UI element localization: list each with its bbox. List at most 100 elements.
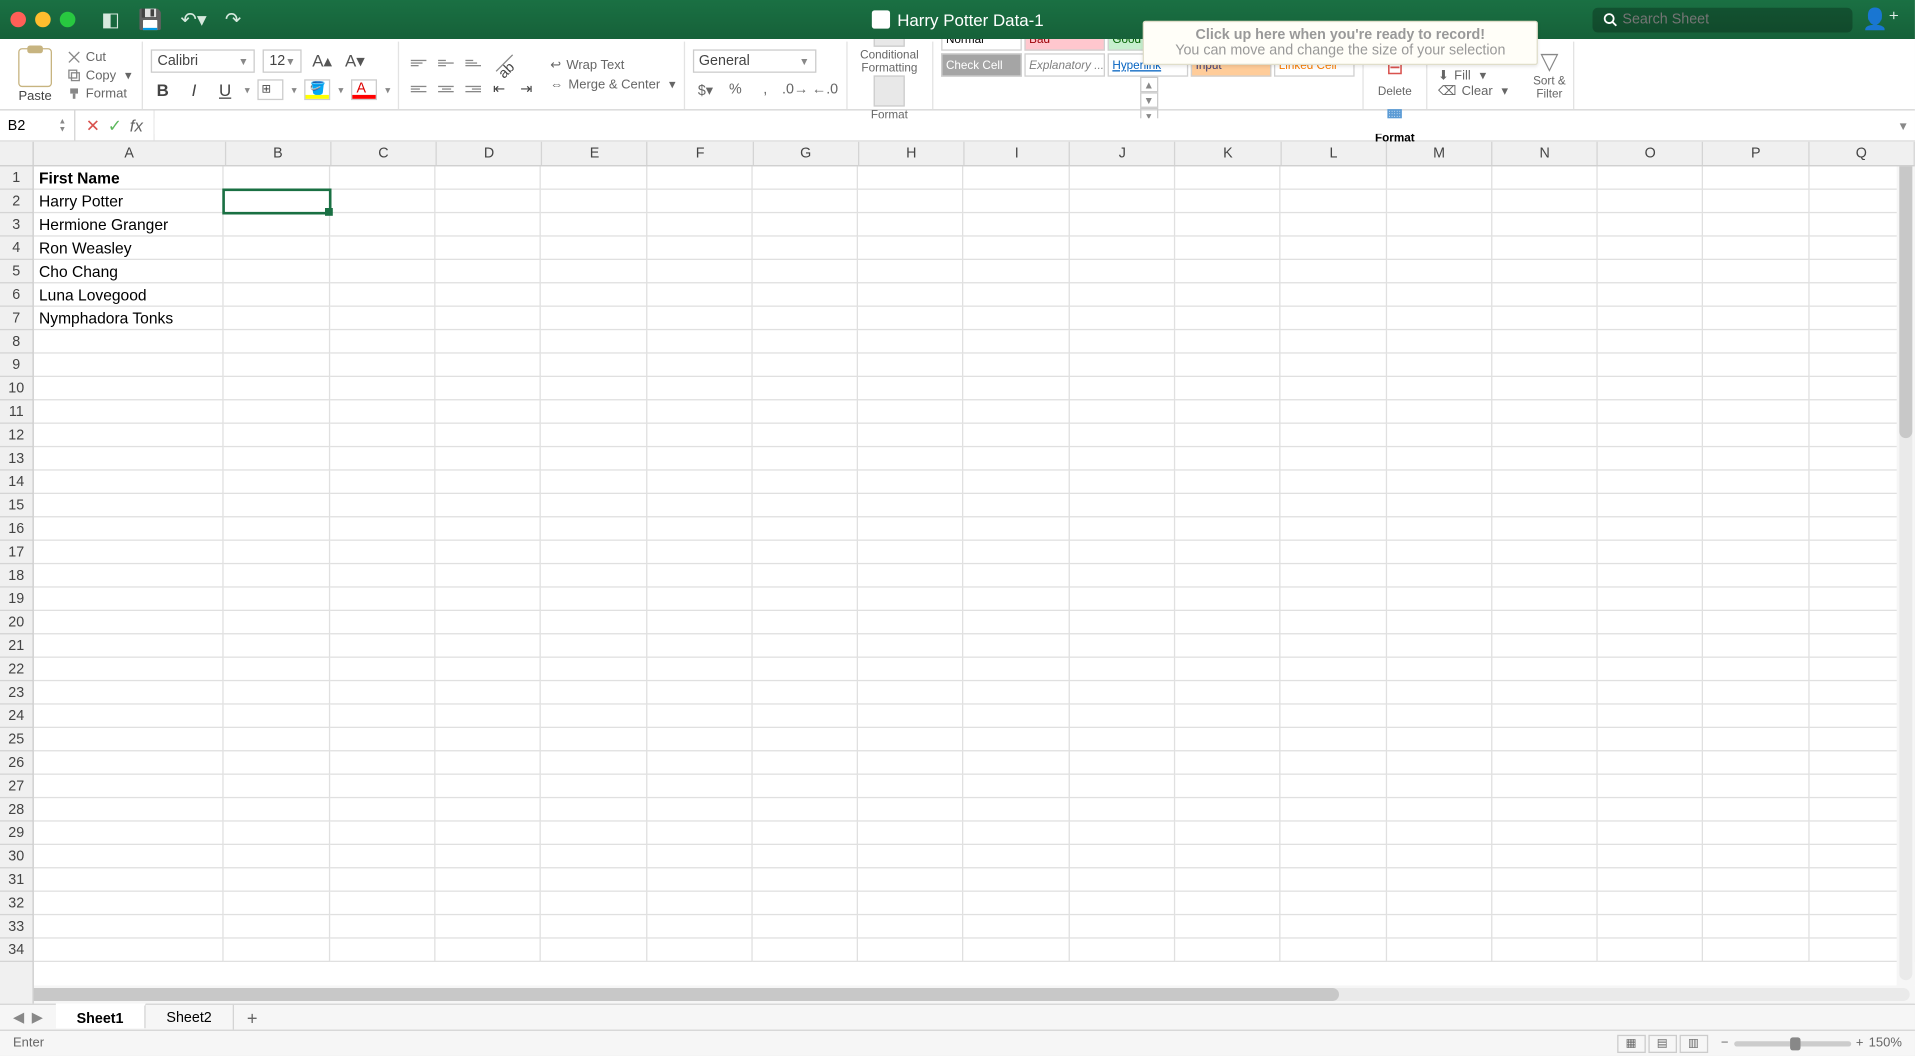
name-box-spinner[interactable]: ▲▼ (59, 118, 67, 134)
cell-N25[interactable] (1492, 728, 1598, 751)
cell-D14[interactable] (435, 471, 541, 494)
cell-F10[interactable] (647, 377, 753, 400)
cell-L30[interactable] (1281, 845, 1387, 868)
cell-D15[interactable] (435, 494, 541, 517)
row-header-15[interactable]: 15 (0, 494, 33, 517)
cell-J12[interactable] (1069, 424, 1175, 447)
cell-F30[interactable] (647, 845, 753, 868)
cell-E24[interactable] (541, 705, 647, 728)
cell-M27[interactable] (1386, 775, 1492, 798)
cell-O13[interactable] (1598, 447, 1704, 470)
cell-D26[interactable] (435, 751, 541, 774)
cell-A23[interactable] (34, 681, 224, 704)
cell-K16[interactable] (1175, 517, 1281, 540)
column-header-G[interactable]: G (754, 142, 860, 165)
cell-N11[interactable] (1492, 400, 1598, 423)
cell-M1[interactable] (1386, 166, 1492, 189)
cell-K25[interactable] (1175, 728, 1281, 751)
cell-A13[interactable] (34, 447, 224, 470)
cell-B15[interactable] (224, 494, 330, 517)
cell-E11[interactable] (541, 400, 647, 423)
cell-P12[interactable] (1703, 424, 1809, 447)
percent-button[interactable]: % (722, 78, 748, 101)
column-header-B[interactable]: B (226, 142, 332, 165)
cell-J29[interactable] (1069, 822, 1175, 845)
cell-I4[interactable] (964, 237, 1070, 260)
cell-L21[interactable] (1281, 634, 1387, 657)
cell-A6[interactable]: Luna Lovegood (34, 283, 224, 306)
cell-B26[interactable] (224, 751, 330, 774)
cell-I26[interactable] (964, 751, 1070, 774)
cell-E26[interactable] (541, 751, 647, 774)
cell-A7[interactable]: Nymphadora Tonks (34, 307, 224, 330)
cell-A32[interactable] (34, 892, 224, 915)
column-header-P[interactable]: P (1704, 142, 1810, 165)
cell-P33[interactable] (1703, 915, 1809, 938)
cell-I5[interactable] (964, 260, 1070, 283)
italic-button[interactable]: I (182, 78, 205, 101)
column-header-C[interactable]: C (331, 142, 437, 165)
cell-F29[interactable] (647, 822, 753, 845)
cell-C7[interactable] (330, 307, 436, 330)
cell-I23[interactable] (964, 681, 1070, 704)
cell-G27[interactable] (752, 775, 858, 798)
cell-O17[interactable] (1598, 541, 1704, 564)
font-size-dropdown[interactable]: 12▼ (263, 49, 302, 72)
cell-H17[interactable] (858, 541, 964, 564)
cell-L22[interactable] (1281, 658, 1387, 681)
cell-D24[interactable] (435, 705, 541, 728)
zoom-thumb[interactable] (1790, 1037, 1800, 1050)
cell-K33[interactable] (1175, 915, 1281, 938)
cell-D9[interactable] (435, 354, 541, 377)
cell-E9[interactable] (541, 354, 647, 377)
cell-D12[interactable] (435, 424, 541, 447)
increase-decimal-button[interactable]: .0→ (782, 78, 808, 101)
align-left-button[interactable] (407, 78, 430, 99)
sort-filter-button[interactable]: ▽ Sort &Filter (1533, 50, 1566, 101)
cell-P10[interactable] (1703, 377, 1809, 400)
cell-H25[interactable] (858, 728, 964, 751)
cell-O15[interactable] (1598, 494, 1704, 517)
cell-M7[interactable] (1386, 307, 1492, 330)
cell-O14[interactable] (1598, 471, 1704, 494)
styles-down-button[interactable]: ▼ (1140, 92, 1158, 108)
column-header-K[interactable]: K (1176, 142, 1282, 165)
cell-E4[interactable] (541, 237, 647, 260)
cell-O12[interactable] (1598, 424, 1704, 447)
cell-C2[interactable] (330, 190, 436, 213)
cell-B6[interactable] (224, 283, 330, 306)
cell-F26[interactable] (647, 751, 753, 774)
cell-D34[interactable] (435, 939, 541, 962)
cell-F27[interactable] (647, 775, 753, 798)
column-header-E[interactable]: E (542, 142, 648, 165)
cell-F21[interactable] (647, 634, 753, 657)
cell-N32[interactable] (1492, 892, 1598, 915)
cell-A25[interactable] (34, 728, 224, 751)
cell-M22[interactable] (1386, 658, 1492, 681)
cell-D10[interactable] (435, 377, 541, 400)
cell-N13[interactable] (1492, 447, 1598, 470)
bold-button[interactable]: B (151, 78, 174, 101)
cell-M33[interactable] (1386, 915, 1492, 938)
cell-K23[interactable] (1175, 681, 1281, 704)
cell-P14[interactable] (1703, 471, 1809, 494)
cell-M5[interactable] (1386, 260, 1492, 283)
cell-O8[interactable] (1598, 330, 1704, 353)
cell-A26[interactable] (34, 751, 224, 774)
cell-N6[interactable] (1492, 283, 1598, 306)
row-header-21[interactable]: 21 (0, 634, 33, 657)
formula-input[interactable] (155, 118, 1892, 134)
cell-K1[interactable] (1175, 166, 1281, 189)
cell-J25[interactable] (1069, 728, 1175, 751)
cell-I21[interactable] (964, 634, 1070, 657)
cell-F23[interactable] (647, 681, 753, 704)
cell-N5[interactable] (1492, 260, 1598, 283)
redo-icon[interactable]: ↷ (225, 8, 241, 31)
cell-F18[interactable] (647, 564, 753, 587)
cell-H24[interactable] (858, 705, 964, 728)
cell-M4[interactable] (1386, 237, 1492, 260)
cell-A24[interactable] (34, 705, 224, 728)
cell-E21[interactable] (541, 634, 647, 657)
cell-F12[interactable] (647, 424, 753, 447)
currency-button[interactable]: $▾ (692, 78, 718, 101)
